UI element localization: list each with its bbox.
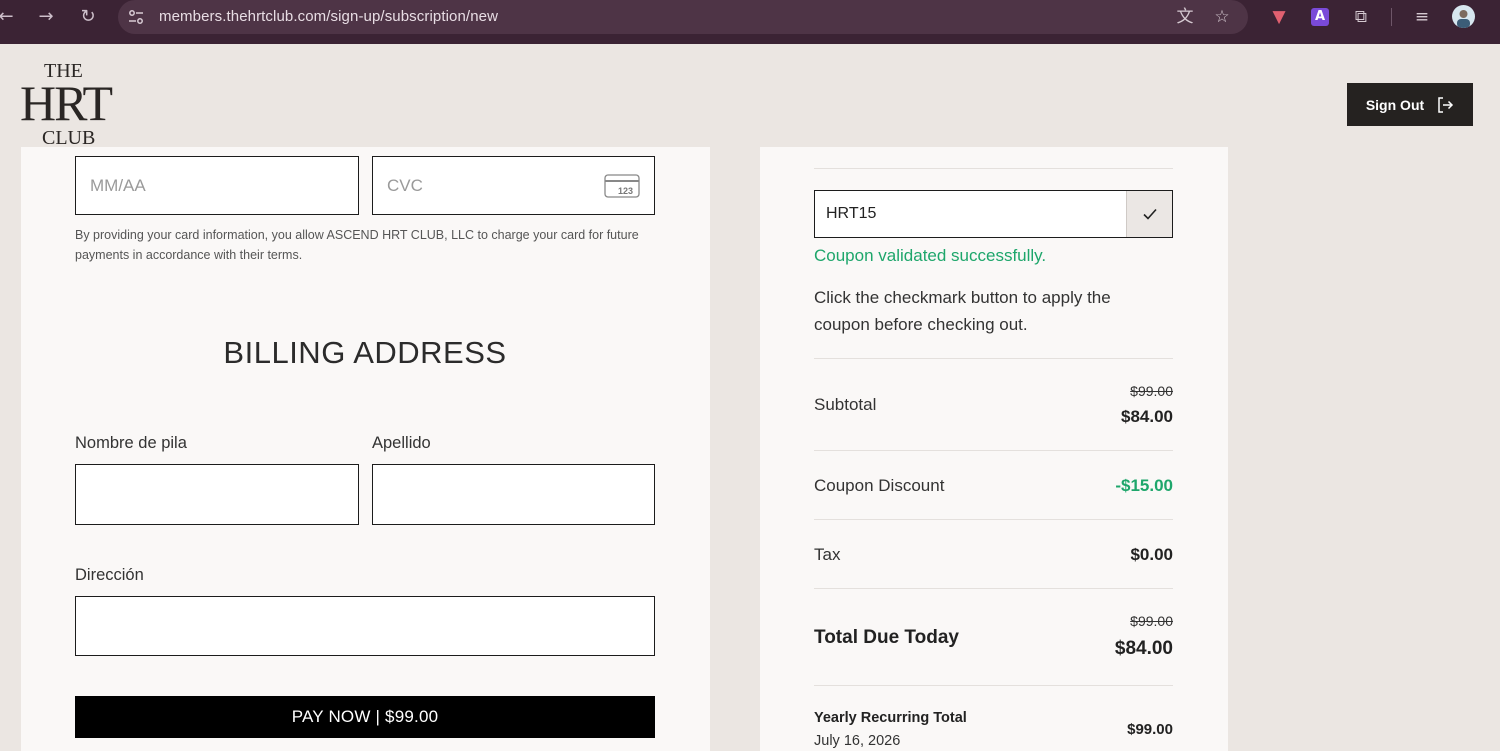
reload-icon[interactable]: ↻	[74, 6, 102, 28]
address-field[interactable]	[75, 596, 655, 656]
first-name-label: Nombre de pila	[75, 434, 187, 452]
address-label: Dirección	[75, 566, 144, 584]
divider	[814, 168, 1173, 169]
extension-a-icon[interactable]: A	[1311, 8, 1329, 26]
expiry-input[interactable]	[76, 157, 358, 214]
divider	[814, 450, 1173, 451]
first-name-field[interactable]	[75, 464, 359, 525]
payment-card: 123 By providing your card information, …	[21, 147, 710, 751]
total-due-amount: $84.00	[1114, 638, 1173, 659]
sign-out-icon	[1438, 96, 1454, 113]
divider	[814, 358, 1173, 359]
sign-out-button[interactable]: Sign Out	[1347, 83, 1473, 126]
divider	[814, 519, 1173, 520]
last-name-input[interactable]	[373, 465, 654, 524]
cvc-field[interactable]: 123	[372, 156, 655, 215]
forward-arrow-icon[interactable]: →	[32, 6, 60, 28]
coupon-discount-label: Coupon Discount	[814, 476, 945, 495]
back-arrow-icon[interactable]: ←	[0, 6, 20, 28]
subtotal-label: Subtotal	[814, 395, 877, 414]
translate-icon[interactable]: 文	[1174, 6, 1196, 28]
coupon-field[interactable]	[814, 190, 1173, 238]
order-summary-card: Coupon validated successfully. Click the…	[760, 147, 1228, 751]
tax-label: Tax	[814, 545, 841, 564]
recurring-total-amount: $99.00	[1127, 721, 1173, 738]
url-text[interactable]: members.thehrtclub.com/sign-up/subscript…	[159, 8, 498, 25]
media-list-icon[interactable]: ≡	[1411, 6, 1433, 28]
first-name-input[interactable]	[76, 465, 358, 524]
divider	[814, 588, 1173, 589]
card-cvc-icon: 123	[604, 174, 640, 198]
last-name-label: Apellido	[372, 434, 431, 452]
coupon-input[interactable]	[815, 191, 1127, 237]
total-due-label: Total Due Today	[814, 627, 959, 648]
expiry-field[interactable]	[75, 156, 359, 215]
total-original-price: $99.00	[1130, 613, 1173, 629]
divider	[814, 685, 1173, 686]
site-settings-icon[interactable]	[128, 9, 144, 25]
last-name-field[interactable]	[372, 464, 655, 525]
hrt-club-logo[interactable]: THE HRT CLUB	[20, 60, 120, 150]
subtotal-amount: $84.00	[1121, 407, 1173, 426]
card-authorization-text: By providing your card information, you …	[75, 228, 639, 262]
recurring-total-label: Yearly Recurring Total	[814, 710, 967, 726]
address-input[interactable]	[76, 597, 654, 655]
coupon-hint-text: Click the checkmark button to apply the …	[814, 288, 1111, 334]
profile-avatar-icon[interactable]	[1452, 5, 1475, 28]
extensions-puzzle-icon[interactable]: ⧉	[1350, 6, 1372, 28]
tax-amount: $0.00	[1130, 545, 1173, 564]
extension-shield-icon[interactable]: ▼	[1268, 6, 1290, 28]
billing-address-heading: BILLING ADDRESS	[223, 335, 507, 370]
checkmark-icon	[1142, 208, 1157, 220]
coupon-success-message: Coupon validated successfully.	[814, 246, 1047, 265]
coupon-discount-amount: -$15.00	[1115, 476, 1173, 495]
bookmark-star-icon[interactable]: ☆	[1211, 6, 1233, 28]
recurring-date: July 16, 2026	[814, 733, 901, 749]
pay-now-button[interactable]: PAY NOW | $99.00	[75, 696, 655, 738]
svg-text:123: 123	[618, 186, 633, 196]
apply-coupon-button[interactable]	[1126, 191, 1172, 237]
toolbar-divider	[1391, 8, 1392, 26]
sign-out-label: Sign Out	[1365, 96, 1425, 113]
subtotal-original-price: $99.00	[1130, 383, 1173, 399]
browser-toolbar: ← → ↻ members.thehrtclub.com/sign-up/sub…	[0, 0, 1500, 44]
address-bar[interactable]: members.thehrtclub.com/sign-up/subscript…	[118, 0, 1248, 34]
